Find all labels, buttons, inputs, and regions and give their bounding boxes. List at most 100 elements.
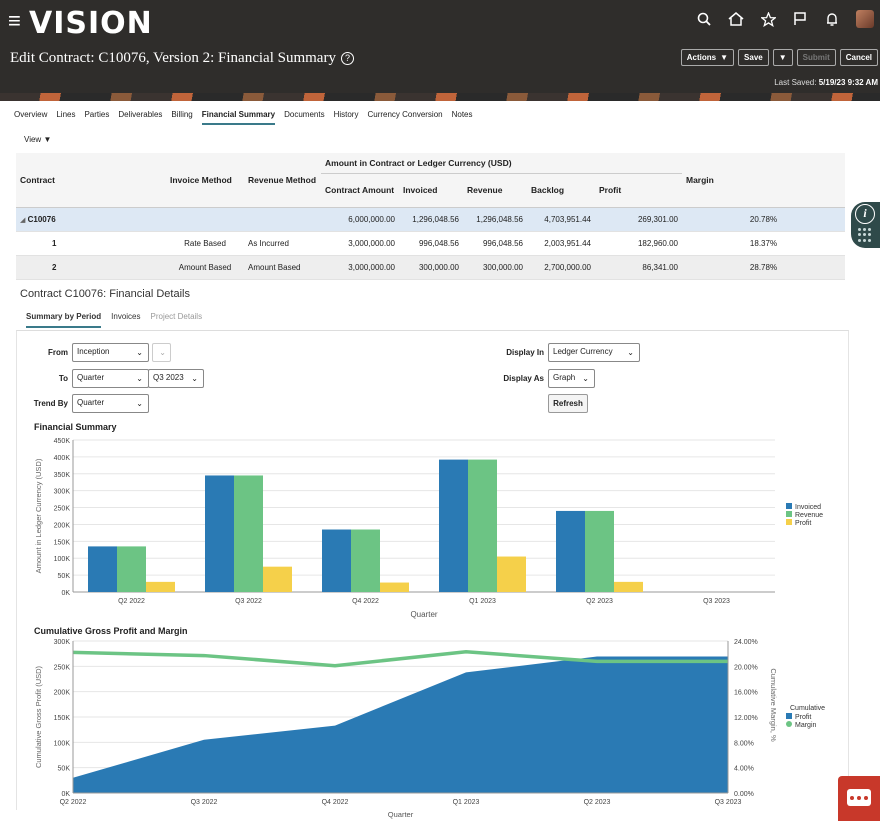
to-select[interactable]: Quarter ⌄ [72, 369, 149, 388]
display-in-select[interactable]: Ledger Currency ⌄ [548, 343, 640, 362]
save-menu-button[interactable]: ▼ [772, 49, 793, 66]
tab-parties[interactable]: Parties [84, 110, 109, 125]
y-tick-label: 50K [58, 573, 71, 580]
table-row[interactable]: 2 Amount Based Amount Based 3,000,000.00… [16, 255, 845, 280]
table-row[interactable]: 1 Rate Based As Incurred 3,000,000.00 99… [16, 231, 845, 256]
cancel-label: Cancel [845, 53, 872, 62]
col-profit[interactable]: Profit [595, 173, 682, 208]
help-icon[interactable]: ? [340, 52, 354, 66]
col-invoice-method[interactable]: Invoice Method [166, 153, 244, 208]
col-margin[interactable]: Margin [682, 153, 845, 208]
x-tick-label: Q4 2022 [352, 598, 379, 605]
col-group-amount: Amount in Contract or Ledger Currency (U… [321, 153, 682, 174]
submit-button[interactable]: Submit [796, 49, 836, 66]
view-menu[interactable]: View ▼ [24, 135, 51, 144]
y2-axis-title: Cumulative Margin, % [769, 668, 778, 742]
y2-tick-label: 8.00% [734, 740, 754, 747]
page-toolbar: Actions ▼ Save ▼ Submit Cancel [680, 49, 878, 66]
cell-profit: 86,341.00 [595, 255, 682, 280]
tab-lines[interactable]: Lines [56, 110, 75, 125]
tab-documents[interactable]: Documents [284, 110, 324, 125]
tab-notes[interactable]: Notes [452, 110, 473, 125]
last-saved-value: 5/19/23 9:32 AM [818, 78, 878, 87]
cell-invoice-method: Rate Based [166, 231, 244, 256]
col-revenue[interactable]: Revenue [463, 173, 527, 208]
from-period-select[interactable]: ⌄ [152, 343, 171, 362]
y-tick-label: 100K [54, 556, 71, 563]
x-tick-label: Q2 2022 [60, 799, 87, 806]
y-tick-label: 200K [54, 690, 71, 697]
tab-financial-summary[interactable]: Financial Summary [201, 110, 276, 125]
last-saved-label: Last Saved: [774, 78, 817, 87]
legend-swatch [786, 721, 792, 727]
tab-summary-by-period[interactable]: Summary by Period [26, 312, 102, 328]
bar-invoiced [205, 475, 234, 592]
trend-by-value: Quarter [77, 398, 105, 407]
y-tick-label: 250K [54, 664, 71, 671]
y-tick-label: 100K [54, 740, 71, 747]
chevron-down-icon: ⌄ [136, 399, 143, 408]
notifications-bell-icon[interactable] [824, 11, 840, 27]
decorative-banner [0, 93, 880, 101]
tab-project-details[interactable]: Project Details [151, 312, 203, 328]
tab-deliverables[interactable]: Deliverables [118, 110, 162, 125]
search-icon[interactable] [696, 11, 712, 27]
info-icon[interactable]: i [855, 204, 875, 224]
display-as-select[interactable]: Graph ⌄ [548, 369, 595, 388]
col-revenue-method[interactable]: Revenue Method [244, 153, 321, 208]
area-profit [73, 656, 728, 793]
tab-currency-conversion[interactable]: Currency Conversion [367, 110, 442, 125]
cancel-button[interactable]: Cancel [839, 49, 878, 66]
chat-button[interactable] [838, 776, 880, 821]
tab-billing[interactable]: Billing [171, 110, 192, 125]
tab-invoices[interactable]: Invoices [111, 312, 140, 328]
tab-history[interactable]: History [334, 110, 359, 125]
y2-tick-label: 4.00% [734, 766, 754, 773]
actions-label: Actions [686, 53, 717, 62]
to-period-select[interactable]: Q3 2023 ⌄ [148, 369, 204, 388]
y-tick-label: 50K [58, 766, 71, 773]
cell-margin: 28.78% [682, 255, 845, 280]
watchlist-flag-icon[interactable] [792, 11, 808, 27]
caret-down-icon: ▼ [720, 53, 729, 62]
from-select[interactable]: Inception ⌄ [72, 343, 149, 362]
bar-invoiced [556, 510, 585, 592]
refresh-button[interactable]: Refresh [548, 394, 588, 413]
col-backlog[interactable]: Backlog [527, 173, 595, 208]
tab-overview[interactable]: Overview [14, 110, 47, 125]
bar-profit [614, 581, 643, 592]
app-logo[interactable]: VISION [29, 6, 153, 41]
favorites-star-icon[interactable] [760, 11, 776, 27]
legend-label: Revenue [795, 512, 823, 519]
actions-button[interactable]: Actions ▼ [680, 49, 735, 66]
bar-invoiced [322, 529, 351, 592]
from-value: Inception [77, 347, 110, 356]
cell-invoice-method: Amount Based [166, 255, 244, 280]
user-avatar[interactable] [856, 10, 874, 28]
trend-by-select[interactable]: Quarter ⌄ [72, 394, 149, 413]
save-button[interactable]: Save [738, 49, 769, 66]
col-invoiced[interactable]: Invoiced [399, 173, 463, 208]
x-tick-label: Q2 2023 [586, 598, 613, 605]
home-icon[interactable] [728, 11, 744, 27]
apps-grid-icon[interactable] [858, 228, 872, 242]
cell-revenue: 300,000.00 [463, 255, 527, 280]
caret-down-icon: ▼ [43, 135, 52, 144]
legend-swatch [786, 503, 792, 509]
y-tick-label: 200K [54, 522, 71, 529]
y2-tick-label: 12.00% [734, 715, 758, 722]
table-row[interactable]: ◢ C10076 6,000,000.00 1,296,048.56 1,296… [16, 207, 845, 232]
x-tick-label: Q2 2022 [118, 598, 145, 605]
menu-icon[interactable]: ≡ [8, 10, 21, 32]
col-contract-amount[interactable]: Contract Amount [321, 173, 399, 208]
bar-profit [263, 566, 292, 592]
bar-invoiced [439, 459, 468, 592]
bar-revenue [234, 475, 263, 592]
col-contract[interactable]: Contract [16, 153, 166, 208]
x-tick-label: Q2 2023 [584, 799, 611, 806]
bar-revenue [585, 510, 614, 592]
legend-swatch [786, 713, 792, 719]
x-tick-label: Q4 2022 [322, 799, 349, 806]
collapse-icon[interactable]: ◢ [20, 217, 25, 224]
legend-swatch [786, 519, 792, 525]
